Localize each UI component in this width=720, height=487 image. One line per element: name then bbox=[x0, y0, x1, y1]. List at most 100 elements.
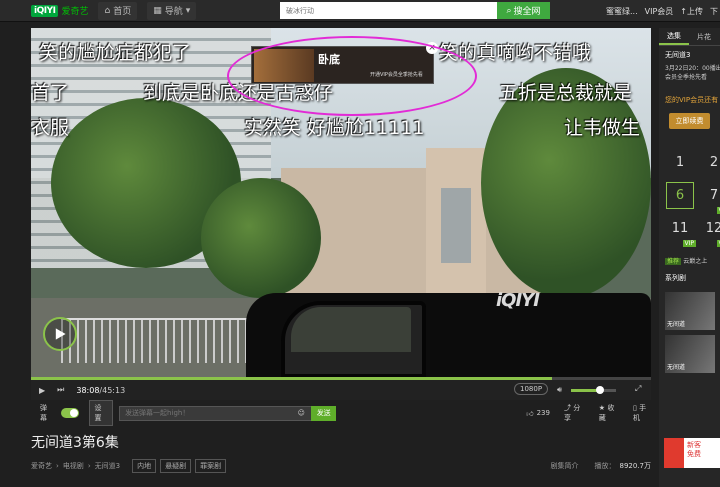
episode-info: 无间道3第6集 爱奇艺 › 电视剧 › 无间道3 内地 悬疑剧 罪案剧 剧集简介… bbox=[31, 432, 651, 473]
genre-tag[interactable]: 罪案剧 bbox=[195, 459, 227, 473]
episode-item[interactable]: 11 VIP bbox=[666, 215, 696, 247]
danmaku-settings-button[interactable]: 设置 bbox=[88, 400, 114, 426]
search-icon: ⌕ bbox=[506, 5, 512, 16]
genre-tag[interactable]: 内地 bbox=[132, 459, 157, 473]
next-episode-icon[interactable]: ⏭ bbox=[57, 385, 64, 395]
share-label: 分享 bbox=[563, 404, 581, 422]
red-packet-line2: 免费 bbox=[687, 450, 701, 459]
danmaku-send-button[interactable]: 发送 bbox=[311, 405, 337, 421]
grid-icon: ▦ bbox=[153, 5, 162, 16]
big-play-button[interactable] bbox=[43, 317, 77, 351]
video-tree bbox=[201, 178, 321, 298]
episode-item[interactable]: 12 VIP bbox=[700, 215, 720, 247]
total-time: 45:13 bbox=[102, 385, 126, 395]
episode-number: 1 bbox=[675, 155, 685, 170]
series-thumbnail[interactable]: 无间道 bbox=[665, 292, 715, 330]
emoji-icon[interactable]: ☺ bbox=[298, 409, 311, 417]
show-info: 无间道3 3月22日20：00播出 会员全季抢先看 bbox=[659, 46, 720, 85]
volume-slider[interactable] bbox=[571, 386, 616, 394]
play-icon[interactable]: ▶ bbox=[39, 386, 45, 395]
watermark: iQIYI bbox=[496, 290, 540, 311]
vip-prompt: 您的VIP会员还有 bbox=[665, 96, 719, 104]
danmaku-comment: 笑的尴尬症都犯了 bbox=[39, 42, 192, 64]
vip-badge: VIP bbox=[716, 207, 720, 214]
episode-item[interactable]: 2 bbox=[700, 149, 720, 176]
red-packet-promo[interactable]: 新客 免费 bbox=[664, 438, 720, 468]
tab-episodes[interactable]: 选集 bbox=[659, 28, 689, 45]
sidebar-update: 3月22日20：00播出 bbox=[665, 65, 720, 72]
upload-icon: ↑ bbox=[680, 6, 687, 16]
breadcrumb: 爱奇艺 › 电视剧 › 无间道3 内地 悬疑剧 罪案剧 剧集简介 播放： 892… bbox=[31, 459, 651, 473]
red-packet-text: 新客 免费 bbox=[684, 438, 704, 468]
breadcrumb-site[interactable]: 爱奇艺 bbox=[31, 461, 52, 471]
genre-tag[interactable]: 悬疑剧 bbox=[160, 459, 192, 473]
intro-link[interactable]: 剧集简介 bbox=[551, 461, 579, 471]
tab-clips[interactable]: 片花 bbox=[689, 28, 719, 45]
upload-label: 上传 bbox=[687, 6, 703, 16]
mobile-label: 手机 bbox=[633, 404, 647, 422]
episode-number: 11 bbox=[671, 221, 689, 236]
video-panel bbox=[441, 188, 471, 263]
time-display: 38:08 / 45:13 bbox=[76, 386, 125, 395]
car-window bbox=[291, 307, 411, 352]
collect-label: 收藏 bbox=[598, 404, 615, 422]
recommend-row[interactable]: 推荐 云巅之上 bbox=[659, 252, 720, 269]
red-packet-line1: 新客 bbox=[687, 441, 701, 449]
vip-badge: VIP bbox=[716, 240, 720, 247]
fullscreen-icon[interactable]: ⤢ bbox=[635, 384, 641, 394]
volume-icon[interactable]: 🔊︎ bbox=[557, 385, 562, 395]
episode-item[interactable]: 6 bbox=[666, 182, 694, 209]
episode-item[interactable]: 1 bbox=[666, 149, 694, 176]
episode-number: 6 bbox=[675, 188, 685, 203]
episode-number: 12 bbox=[705, 221, 720, 236]
breadcrumb-category[interactable]: 电视剧 bbox=[63, 461, 84, 471]
episode-item[interactable]: 7 VIP bbox=[700, 182, 720, 214]
download-link[interactable]: 下 bbox=[710, 6, 718, 17]
home-button[interactable]: ⌂ 首页 bbox=[98, 1, 138, 20]
thumb-label: 无间道 bbox=[667, 364, 686, 371]
vip-badge: VIP bbox=[682, 240, 696, 247]
video-player[interactable]: iQIYI 笑的尴尬症都犯了 笑的真嘀哟不错哦 首了 到底是卧底还是古惑仔 五折… bbox=[31, 28, 651, 378]
user-name[interactable]: 蜜蜜绿... bbox=[606, 6, 638, 17]
volume-knob[interactable] bbox=[596, 386, 605, 394]
red-packet-icon bbox=[664, 438, 684, 468]
site-logo[interactable]: iQIYI 爱奇艺 bbox=[31, 4, 88, 17]
danmaku-comment: 让韦做生 bbox=[564, 117, 641, 139]
sidebar-show-name: 无间道3 bbox=[665, 51, 691, 59]
sidebar-tabs: 选集 片花 bbox=[659, 28, 720, 46]
series-thumbnail[interactable]: 无间道 bbox=[665, 335, 715, 373]
danmaku-toggle[interactable] bbox=[60, 408, 79, 418]
like-count: 239 bbox=[536, 409, 550, 417]
vip-link[interactable]: VIP会员 bbox=[645, 6, 674, 17]
mobile-button[interactable]: ▯ 手机 bbox=[633, 403, 651, 423]
breadcrumb-show[interactable]: 无间道3 bbox=[95, 461, 120, 471]
danmaku-comment: 首了 bbox=[31, 82, 70, 104]
navigation-menu-button[interactable]: ▦ 导航 ▾ bbox=[147, 1, 197, 20]
danmaku-input[interactable] bbox=[119, 405, 313, 421]
like-icon[interactable]: 👍︎ bbox=[526, 409, 533, 418]
upload-link[interactable]: ↑上传 bbox=[680, 6, 703, 17]
danmaku-bar: 弹幕 设置 ☺ 发送 👍︎ 239 ⤴ 分享 ★ 收藏 ▯ 手机 bbox=[31, 400, 651, 426]
logo-name: 爱奇艺 bbox=[61, 7, 89, 17]
sidebar-vip-note: 会员全季抢先看 bbox=[665, 74, 708, 81]
current-time: 38:08 bbox=[76, 385, 100, 395]
top-navigation-bar: iQIYI 爱奇艺 ⌂ 首页 ▦ 导航 ▾ ⌕ 搜全网 蜜蜜绿... VIP会员… bbox=[0, 0, 720, 22]
danmaku-comment: 实然笑 好尴尬11111 bbox=[244, 117, 425, 139]
plays-count: 8920.7万 bbox=[619, 462, 652, 470]
collect-button[interactable]: ★ 收藏 bbox=[599, 403, 619, 423]
search-input[interactable] bbox=[280, 2, 497, 19]
chevron-down-icon: ▾ bbox=[185, 5, 191, 16]
danmaku-comment: 衣服 bbox=[31, 117, 70, 139]
quality-selector[interactable]: 1080P bbox=[514, 383, 549, 395]
vip-renew-button[interactable]: 立即续费 bbox=[669, 113, 710, 129]
series-label: 系列剧 bbox=[665, 274, 686, 282]
episode-number: 7 bbox=[709, 188, 719, 203]
episode-sidebar: 选集 片花 无间道3 3月22日20：00播出 会员全季抢先看 您的VIP会员还… bbox=[659, 28, 720, 487]
video-car bbox=[246, 293, 651, 378]
search-button-label: 搜全网 bbox=[513, 7, 541, 17]
top-right-menu: 蜜蜜绿... VIP会员 ↑上传 下 bbox=[606, 0, 720, 22]
share-button[interactable]: ⤴ 分享 bbox=[564, 403, 585, 423]
thumb-label: 无间道 bbox=[667, 321, 686, 328]
search-button[interactable]: ⌕ 搜全网 bbox=[497, 2, 550, 19]
highlight-circle bbox=[227, 36, 477, 116]
